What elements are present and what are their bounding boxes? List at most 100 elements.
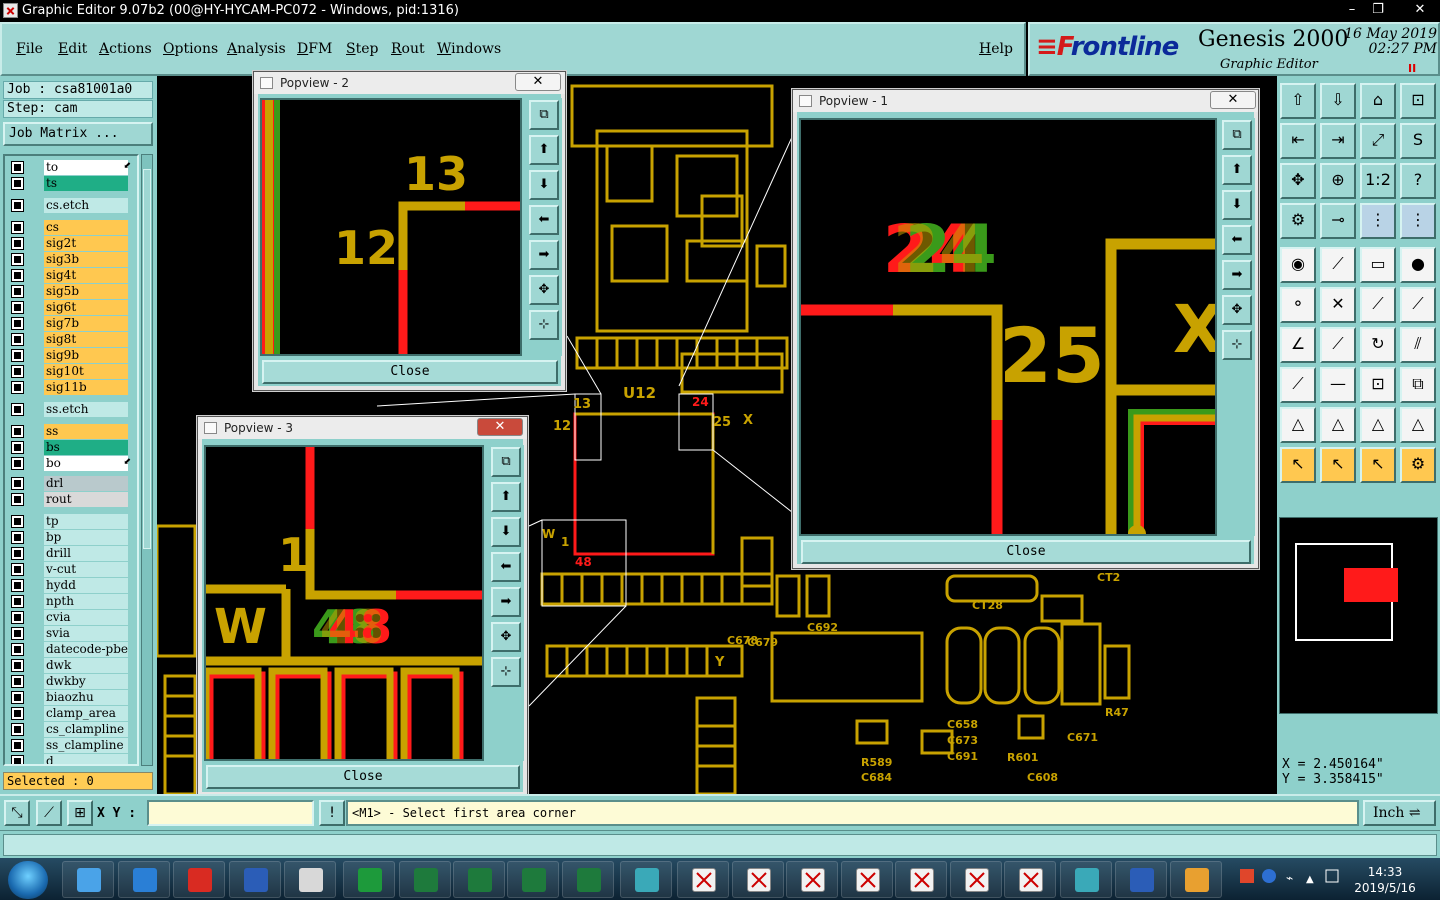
select-feature-icon[interactable]: ◉ [1280, 247, 1316, 283]
layer-checkbox[interactable] [11, 643, 24, 656]
popview-pan-left-icon[interactable]: ⬅ [529, 205, 559, 235]
popview-3-close-button[interactable]: Close [206, 765, 520, 789]
layer-checkbox[interactable] [11, 515, 24, 528]
layer-row-cs-clampline[interactable]: cs_clampline [8, 722, 134, 737]
layer-row-ss-etch[interactable]: ss.etch [8, 402, 134, 417]
layer-name[interactable]: ts [44, 176, 128, 191]
taskbar-genesis-icon[interactable] [1060, 861, 1112, 898]
popview-fit-icon[interactable]: ✥ [491, 622, 521, 652]
layer-row-bo[interactable]: bo ⬋ [8, 456, 134, 471]
move-arrow-icon[interactable]: ↖ [1360, 447, 1396, 483]
popview-pan-left-icon[interactable]: ⬅ [1222, 225, 1252, 255]
pause-indicator[interactable]: II [1408, 62, 1416, 75]
layer-row-sig3b[interactable]: sig3b [8, 252, 134, 267]
layer-checkbox[interactable] [11, 199, 24, 212]
popview-pan-right-icon[interactable]: ➡ [1222, 260, 1252, 290]
layer-row-dwkby[interactable]: dwkby [8, 674, 134, 689]
window-titlebar[interactable]: Graphic Editor 9.07b2 (00@HY-HYCAM-PC072… [0, 0, 1440, 22]
layer-name[interactable]: sig4t [44, 268, 128, 283]
layer-checkbox[interactable] [11, 531, 24, 544]
layer-checkbox[interactable] [11, 493, 24, 506]
move-pad-icon[interactable]: ⟋ [1360, 287, 1396, 323]
taskbar-excel-icon[interactable] [507, 861, 559, 898]
layer-checkbox[interactable] [11, 253, 24, 266]
layer-name[interactable]: drill [44, 546, 128, 561]
layer-checkbox[interactable] [11, 579, 24, 592]
layer-checkbox[interactable] [11, 221, 24, 234]
pointer-icon[interactable]: ↖ [1280, 447, 1316, 483]
layer-checkbox[interactable] [11, 349, 24, 362]
popview-center-icon[interactable]: ⊹ [1222, 330, 1252, 360]
layer-row-biaozhu[interactable]: biaozhu [8, 690, 134, 705]
layer-checkbox[interactable] [11, 477, 24, 490]
layer-name[interactable]: v-cut [44, 562, 128, 577]
layer-row-bs[interactable]: bs [8, 440, 134, 455]
net-icon[interactable]: ⚬ [1280, 287, 1316, 323]
popview-3-titlebar[interactable]: Popview - 3 ✕ [198, 417, 527, 439]
layer-row-tp[interactable]: tp [8, 514, 134, 529]
layer-row-sig10t[interactable]: sig10t [8, 364, 134, 379]
layer-checkbox[interactable] [11, 285, 24, 298]
popview-zoom-icon[interactable]: ⧉ [1222, 120, 1252, 150]
layer-checkbox[interactable] [11, 675, 24, 688]
layer-checkbox[interactable] [11, 595, 24, 608]
taskbar-excel-icon[interactable] [562, 861, 614, 898]
popview-3-close-x[interactable]: ✕ [477, 418, 523, 436]
layer-name[interactable]: tp [44, 514, 128, 529]
layer-row-sig4t[interactable]: sig4t [8, 268, 134, 283]
layer-name[interactable]: bo [44, 456, 128, 471]
scrollbar-thumb[interactable] [143, 169, 151, 549]
layer-name[interactable]: cs_clampline [44, 722, 128, 737]
taskbar-graphic-editor-window-icon[interactable] [895, 861, 947, 898]
menu-options[interactable]: Options [163, 41, 218, 57]
taskbar-shell-icon[interactable] [1170, 861, 1222, 898]
maximize-button[interactable]: ❐ [1363, 0, 1393, 20]
layer-name[interactable]: hydd [44, 578, 128, 593]
taskbar-graphic-editor-window-icon[interactable] [841, 861, 893, 898]
taskbar-scanner-icon[interactable] [284, 861, 336, 898]
measure-icon[interactable]: ⟋ [36, 800, 62, 826]
taskbar-frontline-app-icon[interactable] [343, 861, 395, 898]
layer-checkbox[interactable] [11, 441, 24, 454]
popview-pan-right-icon[interactable]: ➡ [491, 587, 521, 617]
taskbar-graphic-editor-window-icon[interactable] [1004, 861, 1056, 898]
layer-row-bp[interactable]: bp [8, 530, 134, 545]
layer-name[interactable]: sig11b [44, 380, 128, 395]
popview-1-close-x[interactable]: ✕ [1210, 91, 1256, 109]
layer-checkbox[interactable] [11, 755, 24, 764]
layer-row-drl[interactable]: drl [8, 476, 134, 491]
angle-icon[interactable]: ∠ [1280, 327, 1316, 363]
taskbar-save-disk-icon[interactable] [229, 861, 281, 898]
popview-pan-down-icon[interactable]: ⬇ [1222, 190, 1252, 220]
grid-icon[interactable]: ⊞ [67, 800, 93, 826]
tool-config-icon[interactable]: ⚙ [1400, 447, 1436, 483]
layer-name[interactable]: cvia [44, 610, 128, 625]
layer-row-dwk[interactable]: dwk [8, 658, 134, 673]
layer-row-npth[interactable]: npth [8, 594, 134, 609]
popview-3-view[interactable]: 1 W 48 48 48 [204, 445, 484, 761]
pan-right-icon[interactable]: ⇥ [1320, 123, 1356, 159]
popview-2-close-button[interactable]: Close [262, 360, 558, 384]
layer-name[interactable]: npth [44, 594, 128, 609]
layer-a-icon[interactable]: ⋮ [1360, 203, 1396, 239]
popview-pan-down-icon[interactable]: ⬇ [529, 170, 559, 200]
units-selector[interactable]: Inch ⇌ [1363, 800, 1436, 826]
taskbar-g-app-icon[interactable] [173, 861, 225, 898]
taskbar-graphic-editor-window-icon[interactable] [677, 861, 729, 898]
layer-name[interactable]: sig10t [44, 364, 128, 379]
job-matrix-button[interactable]: Job Matrix ... [3, 122, 153, 146]
layer-checkbox[interactable] [11, 269, 24, 282]
layer-checkbox[interactable] [11, 177, 24, 190]
target-icon[interactable]: ⊕ [1320, 163, 1356, 199]
overview-navigator[interactable] [1279, 517, 1438, 714]
start-button[interactable] [8, 861, 48, 899]
layer-name[interactable]: cs.etch [44, 198, 128, 213]
layer-name[interactable]: rout [44, 492, 128, 507]
layer-checkbox[interactable] [11, 237, 24, 250]
popview-pan-up-icon[interactable]: ⬆ [1222, 155, 1252, 185]
alert-icon[interactable]: ! [319, 800, 345, 826]
taskbar-ie-browser-icon[interactable] [118, 861, 170, 898]
layer-checkbox[interactable] [11, 547, 24, 560]
popview-pan-right-icon[interactable]: ➡ [529, 240, 559, 270]
layer-row-hydd[interactable]: hydd [8, 578, 134, 593]
